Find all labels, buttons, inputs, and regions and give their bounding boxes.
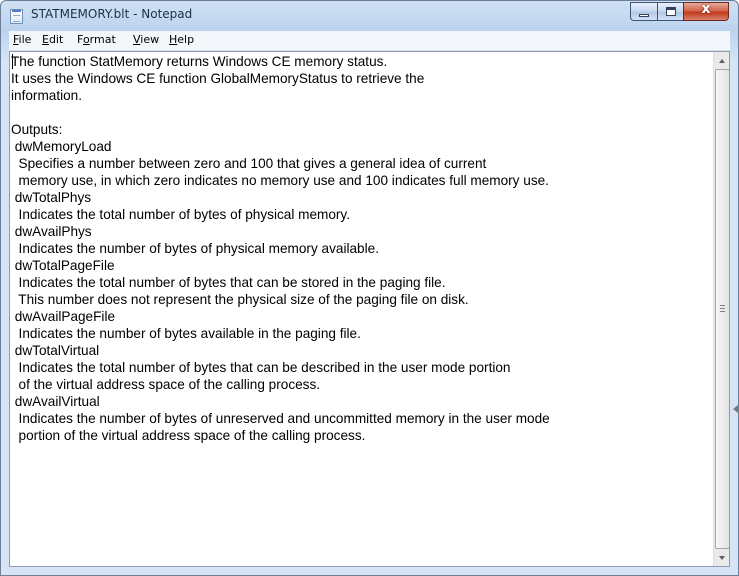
notepad-app-icon[interactable]	[10, 9, 23, 24]
scroll-up-button[interactable]	[714, 52, 729, 69]
menu-help[interactable]: Help	[169, 33, 194, 46]
text-line: dwAvailPhys	[11, 224, 92, 239]
document-text[interactable]: The function StatMemory returns Windows …	[11, 52, 712, 566]
grip-line	[720, 305, 725, 306]
text-line: memory use, in which zero indicates no m…	[11, 173, 549, 188]
menu-view[interactable]: View	[133, 33, 159, 46]
text-line: Indicates the number of bytes available …	[11, 326, 361, 341]
menu-format[interactable]: Format	[77, 33, 116, 46]
minimize-icon	[639, 14, 649, 17]
window-title: STATMEMORY.blt - Notepad	[31, 7, 193, 21]
notepad-window: STATMEMORY.blt - Notepad x File Edit For…	[0, 0, 739, 576]
text-editor[interactable]: The function StatMemory returns Windows …	[9, 51, 730, 567]
text-line: dwAvailPageFile	[11, 309, 116, 324]
maximize-icon	[666, 7, 676, 16]
text-line: Indicates the total number of bytes that…	[11, 360, 511, 375]
text-line: Indicates the total number of bytes that…	[11, 275, 446, 290]
text-line: information.	[11, 88, 83, 103]
text-line: dwTotalPageFile	[11, 258, 115, 273]
menu-file[interactable]: File	[13, 33, 31, 46]
menu-edit[interactable]: Edit	[42, 33, 63, 46]
text-line: Indicates the total number of bytes of p…	[11, 207, 350, 222]
text-line: Indicates the number of bytes of physica…	[11, 241, 379, 256]
grip-line	[720, 311, 725, 312]
close-button[interactable]: x	[683, 1, 729, 21]
menu-bar: File Edit Format View Help	[9, 31, 730, 51]
text-line: portion of the virtual address space of …	[11, 428, 366, 443]
text-line: Outputs:	[11, 122, 63, 137]
text-line: It uses the Windows CE function GlobalMe…	[11, 71, 425, 86]
text-line: The function StatMemory returns Windows …	[11, 54, 388, 69]
text-line: dwTotalVirtual	[11, 343, 100, 358]
vertical-scrollbar[interactable]	[713, 52, 729, 566]
resize-edge-marker-icon	[733, 404, 738, 414]
maximize-button[interactable]	[657, 2, 683, 21]
text-line: dwTotalPhys	[11, 190, 92, 205]
text-line: of the virtual address space of the call…	[11, 377, 321, 392]
arrow-down-icon	[719, 556, 725, 560]
text-line: dwMemoryLoad	[11, 139, 112, 154]
close-icon: x	[701, 1, 711, 17]
minimize-button[interactable]	[630, 2, 657, 21]
arrow-up-icon	[719, 59, 725, 63]
grip-line	[720, 308, 725, 309]
text-line: dwAvailVirtual	[11, 394, 100, 409]
scroll-thumb[interactable]	[715, 69, 729, 549]
text-line: Indicates the number of bytes of unreser…	[11, 411, 550, 426]
text-line: Specifies a number between zero and 100 …	[11, 156, 487, 171]
caption-buttons: x	[630, 1, 729, 22]
title-bar[interactable]: STATMEMORY.blt - Notepad x	[1, 1, 738, 31]
text-line: This number does not represent the physi…	[11, 292, 469, 307]
scroll-down-button[interactable]	[714, 549, 729, 566]
